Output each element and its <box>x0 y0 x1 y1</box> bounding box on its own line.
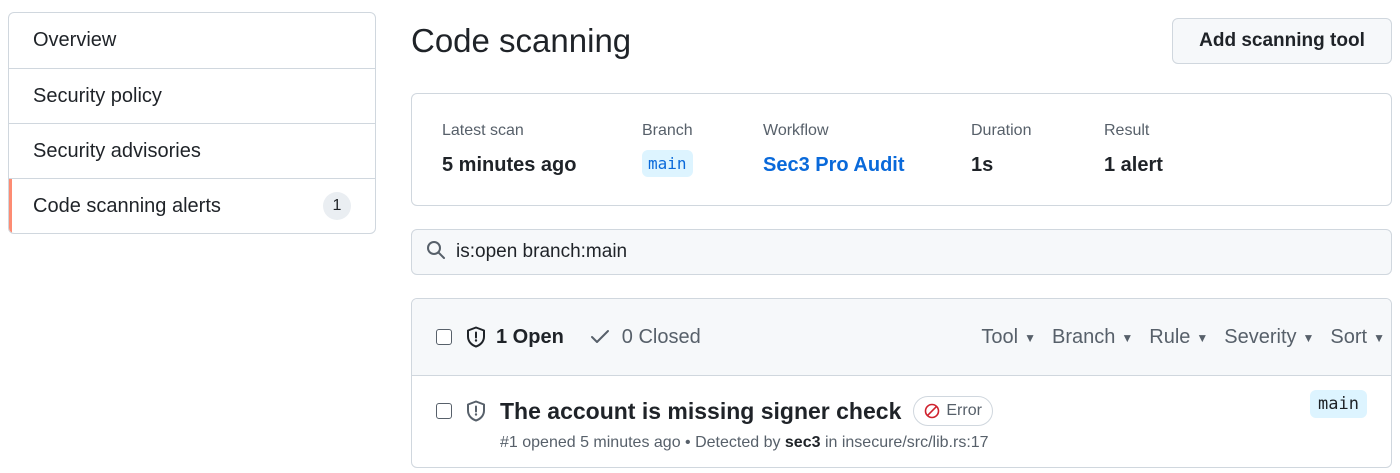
filter-label: Rule <box>1149 326 1191 348</box>
closed-filter-tab[interactable]: 0 Closed <box>622 326 701 349</box>
check-icon <box>590 329 610 345</box>
search-icon <box>426 240 446 265</box>
tool-filter-dropdown[interactable]: Tool ▼ <box>981 326 1036 349</box>
caret-down-icon: ▼ <box>1196 330 1209 345</box>
select-all-checkbox[interactable] <box>436 329 452 345</box>
sort-dropdown[interactable]: Sort ▼ <box>1330 326 1385 349</box>
alert-title-link[interactable]: The account is missing signer check <box>500 398 901 425</box>
alert-select-checkbox[interactable] <box>436 403 452 419</box>
shield-icon <box>466 326 486 348</box>
sidebar-item-code-scanning-alerts[interactable]: Code scanning alerts 1 <box>9 178 375 233</box>
duration-value: 1s <box>971 154 994 176</box>
branch-tag[interactable]: main <box>642 150 693 177</box>
alert-meta-in: in <box>820 434 842 451</box>
alerts-list-header: 1 Open 0 Closed Tool ▼ Branch ▼ Rule ▼ Seve… <box>412 299 1391 376</box>
page-title: Code scanning <box>411 22 632 59</box>
severity-filter-dropdown[interactable]: Severity ▼ <box>1224 326 1314 349</box>
branch-label: Branch <box>642 122 693 139</box>
sidebar-item-label: Security advisories <box>33 139 201 162</box>
caret-down-icon: ▼ <box>1373 330 1385 345</box>
alert-meta-prefix: #1 opened 5 minutes ago • Detected by <box>500 434 785 451</box>
alert-meta: #1 opened 5 minutes ago • Detected by se… <box>500 434 989 452</box>
branch-column: Branch main <box>642 122 693 177</box>
search-input[interactable] <box>456 241 1356 263</box>
result-value: 1 alert <box>1104 154 1163 176</box>
workflow-link[interactable]: Sec3 Pro Audit <box>763 154 905 177</box>
sidebar-item-label: Code scanning alerts <box>33 194 221 217</box>
duration-column: Duration 1s <box>971 122 1031 177</box>
sidebar-item-security-policy[interactable]: Security policy <box>9 68 375 123</box>
alert-row-line: The account is missing signer check Erro… <box>436 396 993 426</box>
caret-down-icon: ▼ <box>1121 330 1134 345</box>
alert-filters: Tool ▼ Branch ▼ Rule ▼ Severity ▼ Sort ▼ <box>981 299 1385 376</box>
latest-scan-column: Latest scan 5 minutes ago <box>442 122 576 177</box>
alert-count-badge: 1 <box>323 192 351 220</box>
result-label: Result <box>1104 122 1150 139</box>
filter-label: Branch <box>1051 326 1116 348</box>
rule-filter-dropdown[interactable]: Rule ▼ <box>1149 326 1208 349</box>
filter-label: Sort <box>1330 326 1368 348</box>
latest-scan-label: Latest scan <box>442 122 524 139</box>
alert-tool: sec3 <box>784 434 821 451</box>
alert-row: The account is missing signer check Erro… <box>412 376 1391 467</box>
stop-icon <box>924 403 940 419</box>
branch-filter-dropdown[interactable]: Branch ▼ <box>1052 326 1133 349</box>
alert-location: insecure/src/lib.rs:17 <box>841 434 989 451</box>
caret-down-icon: ▼ <box>1302 330 1315 345</box>
result-column: Result 1 alert <box>1104 122 1163 177</box>
sidebar-item-label: Overview <box>33 29 117 51</box>
caret-down-icon: ▼ <box>1024 330 1036 345</box>
severity-badge: Error <box>913 396 993 426</box>
alert-search <box>411 229 1392 275</box>
latest-scan-value: 5 minutes ago <box>442 154 577 176</box>
alerts-list: 1 Open 0 Closed Tool ▼ Branch ▼ Rule ▼ Seve… <box>411 298 1392 468</box>
shield-icon <box>466 400 486 422</box>
security-sidebar: Overview Security policy Security adviso… <box>8 12 376 234</box>
sidebar-item-overview[interactable]: Overview <box>9 13 375 68</box>
severity-label: Error <box>946 402 982 419</box>
filter-label: Severity <box>1224 326 1297 348</box>
workflow-column: Workflow Sec3 Pro Audit <box>763 122 905 177</box>
open-filter-tab[interactable]: 1 Open <box>496 326 564 349</box>
sidebar-item-label: Security policy <box>33 84 162 107</box>
sidebar-item-security-advisories[interactable]: Security advisories <box>9 123 375 178</box>
duration-label: Duration <box>971 122 1032 139</box>
workflow-label: Workflow <box>763 122 829 139</box>
filter-label: Tool <box>981 326 1019 348</box>
alert-branch-tag[interactable]: main <box>1310 390 1367 418</box>
scan-summary: Latest scan 5 minutes ago Branch main Wo… <box>411 93 1392 206</box>
add-scanning-tool-button[interactable]: Add scanning tool <box>1172 18 1392 64</box>
